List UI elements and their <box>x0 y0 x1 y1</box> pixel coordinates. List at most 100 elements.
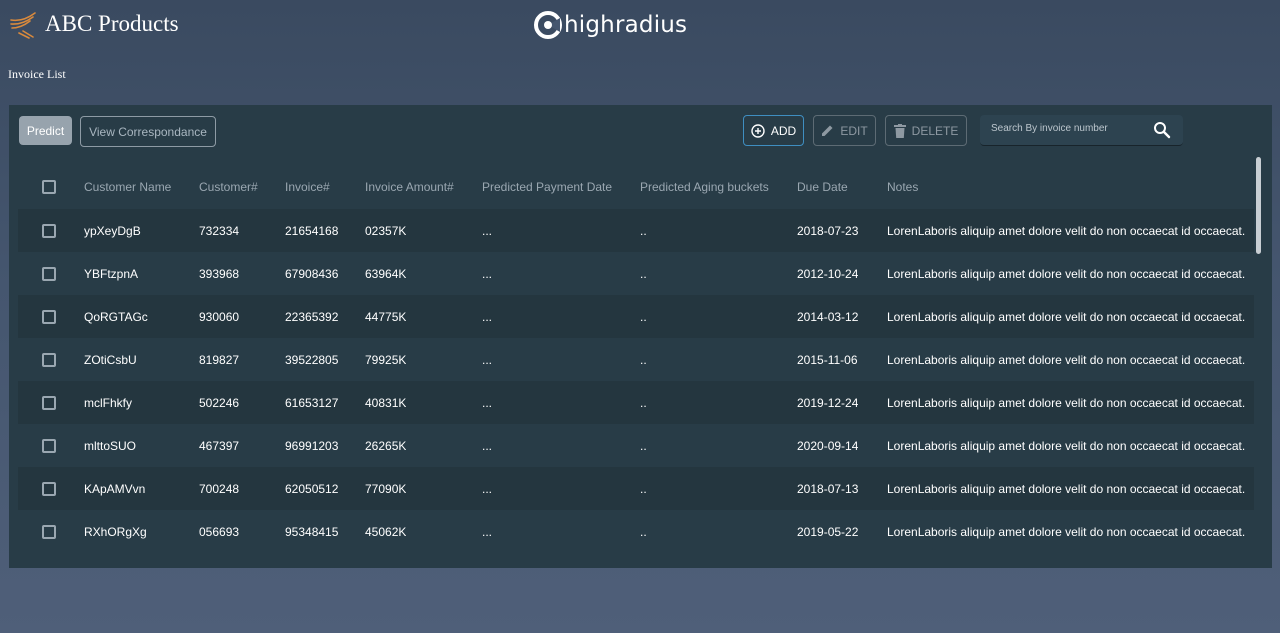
customer-name-cell: ZOtiCsbU <box>84 352 137 367</box>
invoice-number-cell: 67908436 <box>285 266 339 281</box>
invoice-amount-cell: 40831K <box>365 395 407 410</box>
predicted-payment-date-cell: ... <box>482 438 493 453</box>
row-checkbox[interactable] <box>42 352 56 367</box>
customer-name-cell: YBFtzpnA <box>84 266 139 281</box>
predicted-payment-date-cell: ... <box>482 309 493 324</box>
predicted-payment-date-cell: ... <box>482 395 493 410</box>
abc-wing-logo-icon <box>10 12 36 39</box>
invoice-number-cell: 96991203 <box>285 438 339 453</box>
predicted-payment-date-cell: ... <box>482 266 493 281</box>
column-header[interactable]: Predicted Payment Date <box>482 164 612 209</box>
delete-button-label: DELETE <box>911 123 959 138</box>
customer-number-cell: 700248 <box>199 481 240 496</box>
column-header[interactable]: Predicted Aging buckets <box>640 164 769 209</box>
page-title: Invoice List <box>8 67 66 81</box>
column-header[interactable]: Customer Name <box>84 164 171 209</box>
column-header[interactable]: Invoice# <box>285 164 330 209</box>
table-header-row: Customer Name Customer# Invoice# Invoice… <box>18 164 1254 209</box>
predicted-aging-bucket-cell: .. <box>640 395 647 410</box>
table-row[interactable]: QoRGTAGc 930060 22365392 44775K..... 2014-03… <box>18 295 1254 338</box>
select-all-checkbox[interactable] <box>42 179 56 194</box>
row-checkbox[interactable] <box>42 481 56 496</box>
edit-button-label: EDIT <box>840 123 868 138</box>
column-header[interactable]: Due Date <box>797 164 848 209</box>
invoice-number-cell: 95348415 <box>285 524 339 539</box>
invoice-number-cell: 62050512 <box>285 481 339 496</box>
row-checkbox[interactable] <box>42 395 56 410</box>
notes-cell: LorenLaboris aliquip amet dolore velit d… <box>887 524 1246 539</box>
predicted-aging-bucket-cell: .. <box>640 223 647 238</box>
table-row[interactable]: KApAMVvn 700248 62050512 77090K..... 2018-07… <box>18 467 1254 510</box>
row-checkbox[interactable] <box>42 266 56 281</box>
due-date-cell: 2018-07-23 <box>797 223 859 238</box>
notes-cell: LorenLaboris aliquip amet dolore velit d… <box>887 223 1246 238</box>
edit-button[interactable]: EDIT <box>813 115 876 146</box>
scrollbar-thumb[interactable] <box>1256 157 1261 254</box>
column-header[interactable]: Customer# <box>199 164 258 209</box>
due-date-cell: 2019-05-22 <box>797 524 859 539</box>
due-date-cell: 2015-11-06 <box>797 352 858 367</box>
row-checkbox[interactable] <box>42 524 56 539</box>
predicted-aging-bucket-cell: .. <box>640 524 647 539</box>
customer-name-cell: ypXeyDgB <box>84 223 141 238</box>
customer-name-cell: RXhORgXg <box>84 524 147 539</box>
invoice-number-cell: 21654168 <box>285 223 339 238</box>
due-date-cell: 2020-09-14 <box>797 438 859 453</box>
due-date-cell: 2018-07-13 <box>797 481 859 496</box>
customer-number-cell: 502246 <box>199 395 240 410</box>
view-correspondance-button[interactable]: View Correspondance <box>80 116 216 147</box>
customer-number-cell: 819827 <box>199 352 240 367</box>
invoice-number-cell: 22365392 <box>285 309 339 324</box>
due-date-cell: 2014-03-12 <box>797 309 859 324</box>
table-row[interactable]: YBFtzpnA 393968 67908436 63964K..... 2012-10… <box>18 252 1254 295</box>
brand-name: ABC Products <box>45 11 179 36</box>
predicted-payment-date-cell: ... <box>482 352 493 367</box>
customer-name-cell: mlttoSUO <box>84 438 137 453</box>
delete-button[interactable]: DELETE <box>885 115 967 146</box>
invoice-amount-cell: 63964K <box>365 266 407 281</box>
predicted-payment-date-cell: ... <box>482 481 493 496</box>
predicted-payment-date-cell: ... <box>482 223 493 238</box>
invoice-amount-cell: 77090K <box>365 481 407 496</box>
row-checkbox[interactable] <box>42 438 56 453</box>
highradius-logo: highradius <box>533 8 687 42</box>
highradius-logo-text: highradius <box>564 12 688 38</box>
row-checkbox[interactable] <box>42 309 56 324</box>
search-box <box>980 115 1183 146</box>
predicted-aging-bucket-cell: .. <box>640 438 647 453</box>
search-icon[interactable] <box>1153 121 1171 139</box>
predict-button[interactable]: Predict <box>19 116 72 145</box>
table-row[interactable]: RXhORgXg 056693 95348415 45062K..... 2019-05… <box>18 510 1254 553</box>
invoice-amount-cell: 45062K <box>365 524 407 539</box>
add-button[interactable]: ADD <box>743 115 804 146</box>
customer-number-cell: 393968 <box>199 266 240 281</box>
predicted-aging-bucket-cell: .. <box>640 266 647 281</box>
table-body: ypXeyDgB 732334 21654168 02357K..... 2018-07… <box>18 209 1254 553</box>
customer-number-cell: 467397 <box>199 438 240 453</box>
table-row[interactable]: ZOtiCsbU 819827 39522805 79925K..... 2015-11… <box>18 338 1254 381</box>
due-date-cell: 2012-10-24 <box>797 266 859 281</box>
invoice-number-cell: 39522805 <box>285 352 339 367</box>
highradius-logo-icon <box>534 11 562 39</box>
customer-number-cell: 732334 <box>199 223 240 238</box>
invoice-table: Customer Name Customer# Invoice# Invoice… <box>18 164 1254 553</box>
customer-name-cell: mclFhkfy <box>84 395 132 410</box>
search-input[interactable] <box>991 123 1151 134</box>
trash-icon <box>893 123 906 138</box>
invoice-panel: Predict View Correspondance ADD EDIT DEL… <box>9 105 1272 568</box>
customer-number-cell: 056693 <box>199 524 240 539</box>
invoice-amount-cell: 02357K <box>365 223 407 238</box>
predicted-aging-bucket-cell: .. <box>640 481 647 496</box>
predicted-aging-bucket-cell: .. <box>640 352 647 367</box>
notes-cell: LorenLaboris aliquip amet dolore velit d… <box>887 352 1246 367</box>
notes-cell: LorenLaboris aliquip amet dolore velit d… <box>887 438 1246 453</box>
row-checkbox[interactable] <box>42 223 56 238</box>
column-header[interactable]: Notes <box>887 164 1247 209</box>
table-row[interactable]: mlttoSUO 467397 96991203 26265K..... 2020-09… <box>18 424 1254 467</box>
add-circle-icon <box>751 123 765 138</box>
invoice-amount-cell: 26265K <box>365 438 407 453</box>
invoice-amount-cell: 44775K <box>365 309 407 324</box>
table-row[interactable]: ypXeyDgB 732334 21654168 02357K..... 2018-07… <box>18 209 1254 252</box>
column-header[interactable]: Invoice Amount# <box>365 164 454 209</box>
table-row[interactable]: mclFhkfy 502246 61653127 40831K..... 2019-12… <box>18 381 1254 424</box>
